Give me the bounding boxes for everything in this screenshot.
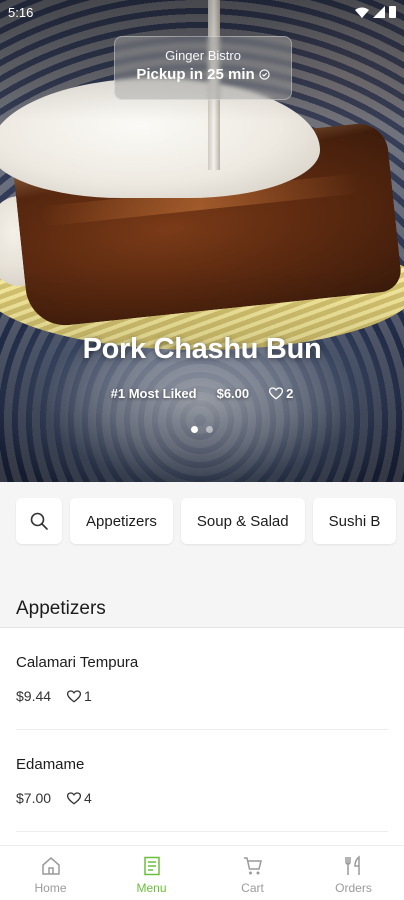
item-name: Calamari Tempura xyxy=(16,654,139,671)
carousel-indicator xyxy=(0,426,404,433)
item-meta: $9.44 1 xyxy=(16,688,92,704)
featured-likes-count: 2 xyxy=(286,386,294,401)
nav-label-orders: Orders xyxy=(335,881,372,895)
heart-icon xyxy=(67,689,82,703)
featured-item-meta: #1 Most Liked $6.00 2 xyxy=(0,386,404,401)
heart-icon xyxy=(67,791,82,805)
status-icons xyxy=(355,6,396,18)
featured-rank: #1 Most Liked xyxy=(110,386,197,401)
nav-label-menu: Menu xyxy=(136,881,167,895)
item-likes-count: 4 xyxy=(84,790,92,806)
pickup-info-pill[interactable]: Ginger Bistro Pickup in 25 min xyxy=(114,36,292,100)
item-price: $9.44 xyxy=(16,688,52,704)
category-chip-sushi[interactable]: Sushi B xyxy=(312,498,397,544)
list-item[interactable]: Edamame $7.00 4 xyxy=(0,730,404,832)
nav-label-cart: Cart xyxy=(241,881,264,895)
item-likes[interactable]: 4 xyxy=(67,790,92,806)
pickup-time: Pickup in 25 min xyxy=(136,66,270,83)
store-name: Ginger Bistro xyxy=(165,48,241,63)
carousel-dot-1[interactable] xyxy=(191,426,198,433)
category-chip-appetizers[interactable]: Appetizers xyxy=(70,498,173,544)
wifi-icon xyxy=(355,7,369,18)
clock-icon xyxy=(259,69,270,80)
status-time: 5:16 xyxy=(8,5,34,20)
item-price: $7.00 xyxy=(16,790,52,806)
section-title: Appetizers xyxy=(16,598,106,619)
item-meta: $7.00 4 xyxy=(16,790,92,806)
battery-icon xyxy=(389,6,396,18)
carousel-dot-2[interactable] xyxy=(206,426,213,433)
home-icon xyxy=(41,857,60,875)
category-bar: Appetizers Soup & Salad Sushi B xyxy=(0,482,404,574)
cart-icon xyxy=(243,857,262,875)
menu-icon xyxy=(143,856,160,876)
nav-item-home[interactable]: Home xyxy=(0,846,101,900)
menu-item-list: Calamari Tempura $9.44 1 Edamame $7.00 4 xyxy=(0,628,404,832)
category-chip-soup-salad[interactable]: Soup & Salad xyxy=(180,498,305,544)
nav-item-cart[interactable]: Cart xyxy=(202,846,303,900)
bottom-nav: Home Menu Cart Orders xyxy=(0,845,404,900)
item-likes[interactable]: 1 xyxy=(67,688,92,704)
signal-icon xyxy=(373,6,385,18)
list-item[interactable]: Calamari Tempura $9.44 1 xyxy=(0,628,404,730)
divider xyxy=(16,831,388,832)
heart-icon xyxy=(269,387,284,400)
status-bar: 5:16 xyxy=(0,0,404,26)
nav-item-menu[interactable]: Menu xyxy=(101,846,202,900)
featured-price: $6.00 xyxy=(216,386,250,401)
item-likes-count: 1 xyxy=(84,688,92,704)
nav-label-home: Home xyxy=(34,881,67,895)
search-button[interactable] xyxy=(16,498,62,544)
featured-likes[interactable]: 2 xyxy=(269,386,293,401)
orders-icon xyxy=(344,855,360,875)
search-icon xyxy=(30,512,48,530)
featured-item-title: Pork Chashu Bun xyxy=(82,333,322,365)
item-name: Edamame xyxy=(16,756,85,773)
featured-item-hero[interactable]: 5:16 Ginger Bistro Pickup in 25 min Pork… xyxy=(0,0,404,482)
pickup-time-label: Pickup in 25 min xyxy=(136,66,255,83)
section-header: Appetizers xyxy=(0,574,404,628)
nav-item-orders[interactable]: Orders xyxy=(303,846,404,900)
category-chips: Appetizers Soup & Salad Sushi B xyxy=(16,498,397,544)
